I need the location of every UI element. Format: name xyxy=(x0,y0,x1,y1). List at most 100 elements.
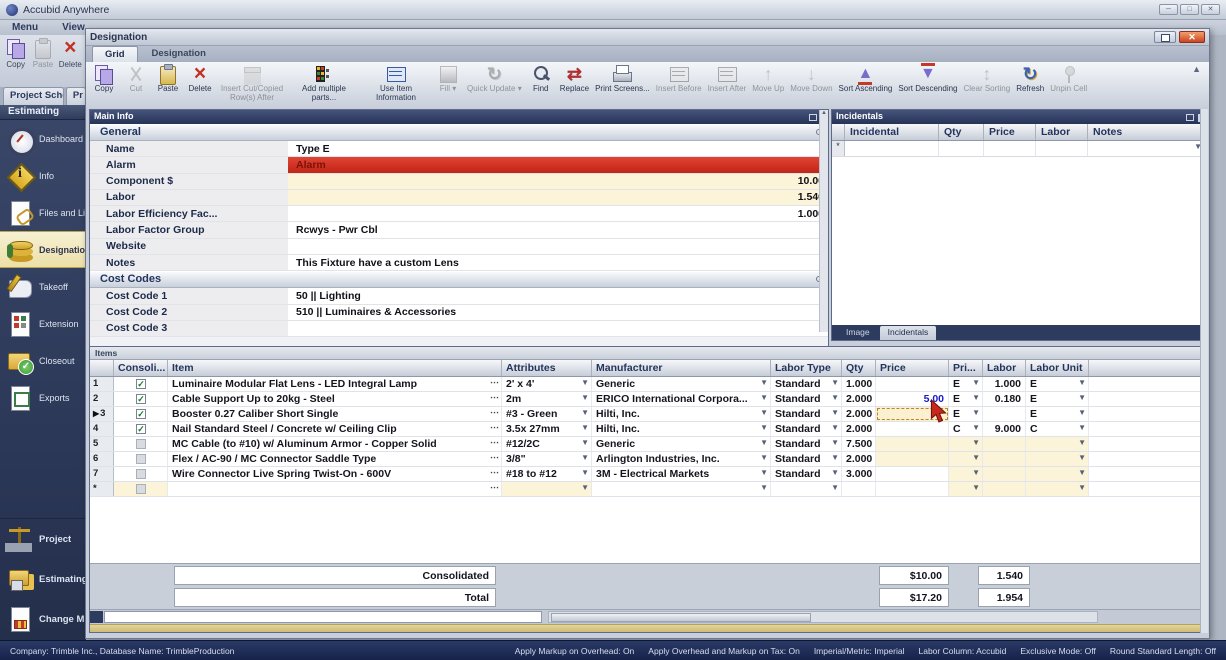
paste-button[interactable]: Paste xyxy=(152,63,184,94)
chevron-down-icon[interactable]: ▼ xyxy=(972,408,980,417)
find-button[interactable]: Find xyxy=(525,63,557,94)
chevron-down-icon[interactable]: ▼ xyxy=(760,393,768,402)
labor-cell[interactable] xyxy=(1036,141,1088,156)
attributes-cell[interactable]: 3.5x 27mm ▼ xyxy=(502,422,592,436)
labor-unit-cell[interactable]: ▼ xyxy=(1026,437,1089,451)
attributes-cell[interactable]: ▼ xyxy=(502,482,592,496)
main-info-scrollbar[interactable]: ▲ xyxy=(819,110,828,332)
price-cell[interactable] xyxy=(876,482,949,496)
labor-cell[interactable] xyxy=(983,467,1026,481)
copy-button[interactable]: Copy xyxy=(88,63,120,94)
field-value[interactable]: 510 || Luminaires & Accessories xyxy=(288,305,828,320)
labor-type-cell[interactable]: Standard ▼ xyxy=(771,467,842,481)
labor-unit-cell[interactable]: C ▼ xyxy=(1026,422,1089,436)
delete-button[interactable]: × Delete xyxy=(184,62,216,94)
sidebar-item-project[interactable]: Project xyxy=(0,519,86,559)
price-cell[interactable] xyxy=(876,377,949,391)
chevron-down-icon[interactable]: ▼ xyxy=(831,453,839,462)
table-row[interactable]: 6 Flex / AC-90 / MC Connector Saddle Type… xyxy=(90,452,1205,467)
sidebar-item-info[interactable]: Info xyxy=(0,157,86,194)
labor-cell[interactable]: 0.180 xyxy=(983,392,1026,406)
labor-cell[interactable]: 1.000 xyxy=(983,377,1026,391)
chevron-down-icon[interactable]: ▼ xyxy=(760,453,768,462)
chevron-down-icon[interactable]: ▼ xyxy=(581,483,589,492)
tab-project-schedule[interactable]: Project Schedule xyxy=(3,87,64,105)
checkbox-icon[interactable]: ✓ xyxy=(136,393,146,404)
attributes-cell[interactable]: #3 - Green ▼ xyxy=(502,407,592,421)
horizontal-scrollbar[interactable] xyxy=(548,611,1098,623)
close-icon[interactable]: ✕ xyxy=(1201,4,1220,15)
incidentals-new-row[interactable]: * ▼ xyxy=(832,141,1205,157)
tab-incidentals[interactable]: Incidentals xyxy=(879,326,937,340)
chevron-down-icon[interactable]: ▼ xyxy=(1078,438,1086,447)
consolidated-cell[interactable] xyxy=(114,482,168,496)
delete-button[interactable]: × Delete xyxy=(59,36,82,85)
replace-button[interactable]: ⇄ Replace xyxy=(557,63,592,94)
minimize-icon[interactable]: ─ xyxy=(1159,4,1178,15)
labor-type-cell[interactable]: Standard ▼ xyxy=(771,407,842,421)
ellipsis-button[interactable]: ⋯ xyxy=(490,377,499,388)
consolidated-cell[interactable] xyxy=(114,437,168,451)
column-header-price[interactable]: Price xyxy=(984,124,1036,140)
column-header-labor[interactable]: Labor xyxy=(983,360,1026,376)
labor-type-cell[interactable]: Standard ▼ xyxy=(771,377,842,391)
field-value[interactable]: Rcwys - Pwr Cbl xyxy=(288,222,828,237)
price-unit-cell[interactable]: C ▼ xyxy=(949,422,983,436)
checkbox-icon[interactable] xyxy=(136,468,146,479)
qty-cell[interactable] xyxy=(939,141,984,156)
price-unit-cell[interactable]: E ▼ xyxy=(949,407,983,421)
field-value[interactable] xyxy=(288,239,828,254)
qty-cell[interactable] xyxy=(842,482,876,496)
chevron-up-icon[interactable]: ▲ xyxy=(1192,64,1201,74)
price-unit-cell[interactable]: E ▼ xyxy=(949,377,983,391)
refresh-button[interactable]: ↻ Refresh xyxy=(1013,63,1047,94)
restore-icon[interactable] xyxy=(809,114,817,121)
notes-cell[interactable]: ▼ xyxy=(1088,141,1205,156)
labor-type-cell[interactable]: Standard ▼ xyxy=(771,392,842,406)
labor-cell[interactable] xyxy=(983,407,1026,421)
maximize-icon[interactable]: □ xyxy=(1180,4,1199,15)
sidebar-item-closeout[interactable]: Closeout xyxy=(0,342,86,379)
ellipsis-button[interactable]: ⋯ xyxy=(490,452,499,463)
checkbox-icon[interactable] xyxy=(136,483,146,494)
attributes-cell[interactable]: #18 to #12 ▼ xyxy=(502,467,592,481)
add-multiple-parts-button[interactable]: Add multiple parts... xyxy=(288,63,360,103)
chevron-down-icon[interactable]: ▼ xyxy=(581,438,589,447)
ellipsis-button[interactable]: ⋯ xyxy=(490,467,499,478)
field-value[interactable]: 50 || Lighting xyxy=(288,288,828,303)
chevron-down-icon[interactable]: ▼ xyxy=(581,453,589,462)
close-icon[interactable]: ✕ xyxy=(1179,31,1205,43)
sidebar-item-exports[interactable]: Exports xyxy=(0,379,86,416)
chevron-down-icon[interactable]: ▼ xyxy=(581,378,589,387)
table-row[interactable]: 5 MC Cable (to #10) w/ Aluminum Armor - C… xyxy=(90,437,1205,452)
copy-button[interactable]: Copy xyxy=(4,37,27,85)
qty-cell[interactable]: 1.000 xyxy=(842,377,876,391)
menu-item-view[interactable]: View xyxy=(62,22,85,33)
consolidated-cell[interactable]: ✓ xyxy=(114,407,168,421)
table-row[interactable]: 2 ✓ Cable Support Up to 20kg - Steel ⋯ 2m ▼ ER… xyxy=(90,392,1205,407)
column-header-labor-unit[interactable]: Labor Unit xyxy=(1026,360,1089,376)
item-cell[interactable]: Nail Standard Steel / Concrete w/ Ceilin… xyxy=(168,422,502,436)
restore-icon[interactable] xyxy=(1154,31,1176,43)
scrollbar-thumb[interactable] xyxy=(551,613,811,622)
sort-descending-button[interactable]: ▼ Sort Descending xyxy=(895,63,960,94)
manufacturer-cell[interactable]: ▼ xyxy=(592,482,771,496)
chevron-down-icon[interactable]: ▼ xyxy=(1078,483,1086,492)
chevron-down-icon[interactable]: ▼ xyxy=(760,468,768,477)
item-cell[interactable]: Wire Connector Live Spring Twist-On - 60… xyxy=(168,467,502,481)
qty-cell[interactable]: 2.000 xyxy=(842,452,876,466)
item-cell[interactable]: Luminaire Modular Flat Lens - LED Integr… xyxy=(168,377,502,391)
column-header-labor[interactable]: Labor xyxy=(1036,124,1088,140)
column-header-manufacturer[interactable]: Manufacturer xyxy=(592,360,771,376)
price-unit-cell[interactable]: E ▼ xyxy=(949,392,983,406)
qty-cell[interactable]: 2.000 xyxy=(842,422,876,436)
attributes-cell[interactable]: 3/8" ▼ xyxy=(502,452,592,466)
ellipsis-button[interactable]: ⋯ xyxy=(490,392,499,403)
table-row[interactable]: 1 ✓ Luminaire Modular Flat Lens - LED Inte… xyxy=(90,377,1205,392)
column-header-incidental[interactable]: Incidental xyxy=(845,124,939,140)
chevron-down-icon[interactable]: ▼ xyxy=(1078,423,1086,432)
labor-cell[interactable]: 9.000 xyxy=(983,422,1026,436)
ellipsis-button[interactable]: ⋯ xyxy=(490,422,499,433)
consolidated-cell[interactable]: ✓ xyxy=(114,392,168,406)
manufacturer-cell[interactable]: Generic ▼ xyxy=(592,377,771,391)
